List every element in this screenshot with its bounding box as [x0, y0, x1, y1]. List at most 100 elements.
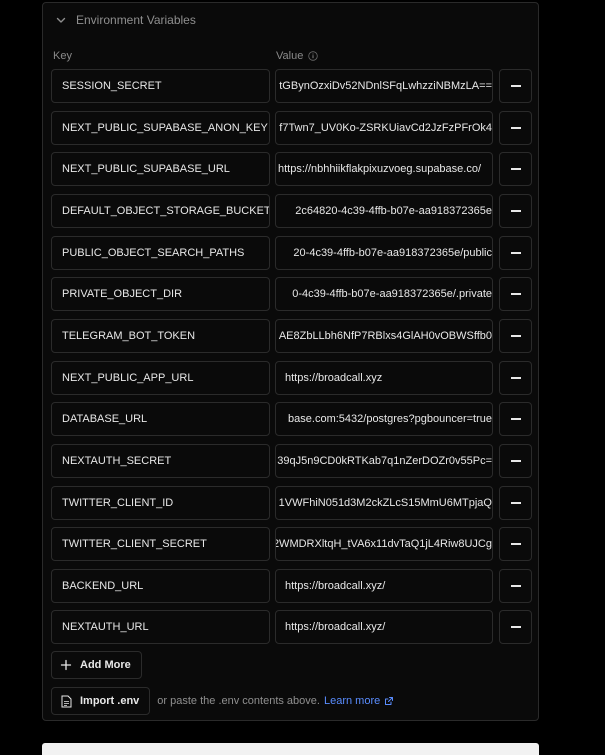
env-value-input[interactable]: base.com:5432/postgres?pgbouncer=true: [275, 402, 493, 436]
env-var-row: BACKEND_URL https://broadcall.xyz/: [51, 569, 533, 603]
next-section-panel: [42, 743, 539, 755]
remove-variable-button[interactable]: [499, 277, 532, 311]
minus-icon: [510, 168, 521, 170]
env-value-input[interactable]: 2c64820-4c39-4ffb-b07e-aa918372365e: [275, 194, 493, 228]
env-value-text: 20-4c39-4ffb-b07e-aa918372365e/public: [293, 247, 492, 259]
env-value-text: tGBynOzxiDv52NDnlSFqLwhzziNBMzLA==: [279, 80, 492, 92]
env-key-text: NEXTAUTH_URL: [62, 621, 149, 633]
env-var-row: DEFAULT_OBJECT_STORAGE_BUCKET 2c64820-4c3…: [51, 194, 533, 228]
env-key-text: TWITTER_CLIENT_ID: [62, 497, 174, 509]
add-more-button[interactable]: Add More: [51, 651, 142, 679]
add-more-label: Add More: [80, 659, 131, 671]
remove-variable-button[interactable]: [499, 361, 532, 395]
env-var-row: TWITTER_CLIENT_ID 1VWFhiN051d3M2ckZLcS15M…: [51, 486, 533, 520]
env-key-input[interactable]: TWITTER_CLIENT_ID: [51, 486, 270, 520]
env-value-text: https://broadcall.xyz/: [285, 621, 386, 633]
env-value-input[interactable]: https://broadcall.xyz/: [275, 610, 493, 644]
key-column-label: Key: [53, 50, 72, 62]
env-value-input[interactable]: https://broadcall.xyz: [275, 361, 493, 395]
env-var-row: DATABASE_URL base.com:5432/postgres?pgbou…: [51, 402, 533, 436]
env-key-text: PRIVATE_OBJECT_DIR: [62, 288, 183, 300]
env-value-text: 2WMDRXltqH_tVA6x11dvTaQ1jL4Riw8UJCg: [275, 538, 492, 550]
env-var-row: PRIVATE_OBJECT_DIR 0-4c39-4ffb-b07e-aa918…: [51, 277, 533, 311]
env-key-input[interactable]: NEXT_PUBLIC_APP_URL: [51, 361, 270, 395]
env-var-row: NEXTAUTH_SECRET 39qJ5n9CD0kRTKab7q1nZerDO…: [51, 444, 533, 478]
env-key-input[interactable]: PRIVATE_OBJECT_DIR: [51, 277, 270, 311]
env-key-input[interactable]: NEXT_PUBLIC_SUPABASE_URL: [51, 152, 270, 186]
env-var-row: NEXT_PUBLIC_SUPABASE_URL https://nbhhiikf…: [51, 152, 533, 186]
env-var-row: NEXT_PUBLIC_APP_URL https://broadcall.xyz: [51, 361, 533, 395]
env-key-input[interactable]: DEFAULT_OBJECT_STORAGE_BUCKET: [51, 194, 270, 228]
env-key-input[interactable]: NEXTAUTH_URL: [51, 610, 270, 644]
env-value-input[interactable]: 20-4c39-4ffb-b07e-aa918372365e/public: [275, 236, 493, 270]
env-key-input[interactable]: DATABASE_URL: [51, 402, 270, 436]
minus-icon: [510, 460, 521, 462]
env-value-text: 39qJ5n9CD0kRTKab7q1nZerDOZr0v55Pc=: [277, 455, 492, 467]
env-value-input[interactable]: tGBynOzxiDv52NDnlSFqLwhzziNBMzLA==: [275, 69, 493, 103]
import-env-label: Import .env: [80, 695, 140, 707]
env-value-text: 0-4c39-4ffb-b07e-aa918372365e/.private: [292, 288, 492, 300]
env-key-text: DATABASE_URL: [62, 413, 148, 425]
minus-icon: [510, 502, 521, 504]
remove-variable-button[interactable]: [499, 444, 532, 478]
env-value-input[interactable]: 2WMDRXltqH_tVA6x11dvTaQ1jL4Riw8UJCg: [275, 527, 493, 561]
section-header-toggle[interactable]: Environment Variables: [54, 12, 196, 28]
minus-icon: [510, 418, 521, 420]
environment-variables-panel: Environment Variables Key Value SESSION_…: [42, 2, 539, 721]
env-value-text: https://broadcall.xyz: [285, 372, 383, 384]
env-key-input[interactable]: PUBLIC_OBJECT_SEARCH_PATHS: [51, 236, 270, 270]
remove-variable-button[interactable]: [499, 402, 532, 436]
env-value-text: AE8ZbLLbh6NfP7RBlxs4GlAH0vOBWSffb0: [278, 330, 492, 342]
env-value-text: 1VWFhiN051d3M2ckZLcS15MmU6MTpjaQ: [278, 497, 492, 509]
learn-more-label: Learn more: [323, 695, 381, 707]
env-key-text: NEXT_PUBLIC_SUPABASE_ANON_KEY: [62, 122, 268, 134]
env-key-input[interactable]: NEXT_PUBLIC_SUPABASE_ANON_KEY: [51, 111, 270, 145]
import-env-button[interactable]: Import .env: [51, 687, 151, 715]
env-key-text: DEFAULT_OBJECT_STORAGE_BUCKET: [62, 205, 270, 217]
env-value-text: https://broadcall.xyz/: [285, 580, 386, 592]
env-value-text: base.com:5432/postgres?pgbouncer=true: [288, 413, 492, 425]
minus-icon: [510, 127, 521, 129]
learn-more-link[interactable]: Learn more: [324, 695, 394, 707]
remove-variable-button[interactable]: [499, 527, 532, 561]
remove-variable-button[interactable]: [499, 194, 532, 228]
env-value-input[interactable]: AE8ZbLLbh6NfP7RBlxs4GlAH0vOBWSffb0: [275, 319, 493, 353]
value-column-label: Value: [276, 50, 304, 62]
env-key-text: NEXT_PUBLIC_APP_URL: [62, 372, 194, 384]
section-title: Environment Variables: [76, 13, 196, 27]
env-value-input[interactable]: https://nbhhiikflakpixuzvoeg.supabase.co…: [275, 152, 493, 186]
env-key-input[interactable]: SESSION_SECRET: [51, 69, 270, 103]
env-value-input[interactable]: https://broadcall.xyz/: [275, 569, 493, 603]
env-var-row: TELEGRAM_BOT_TOKEN AE8ZbLLbh6NfP7RBlxs4Gl…: [51, 319, 533, 353]
env-key-text: TELEGRAM_BOT_TOKEN: [62, 330, 196, 342]
env-key-input[interactable]: TELEGRAM_BOT_TOKEN: [51, 319, 270, 353]
minus-icon: [510, 252, 521, 254]
remove-variable-button[interactable]: [499, 569, 532, 603]
env-value-text: 2c64820-4c39-4ffb-b07e-aa918372365e: [295, 205, 492, 217]
env-value-input[interactable]: 1VWFhiN051d3M2ckZLcS15MmU6MTpjaQ: [275, 486, 493, 520]
env-key-text: NEXT_PUBLIC_SUPABASE_URL: [62, 163, 230, 175]
remove-variable-button[interactable]: [499, 236, 532, 270]
env-key-text: PUBLIC_OBJECT_SEARCH_PATHS: [62, 247, 245, 259]
env-key-input[interactable]: BACKEND_URL: [51, 569, 270, 603]
env-value-input[interactable]: 0-4c39-4ffb-b07e-aa918372365e/.private: [275, 277, 493, 311]
remove-variable-button[interactable]: [499, 69, 532, 103]
minus-icon: [510, 543, 521, 545]
env-key-input[interactable]: NEXTAUTH_SECRET: [51, 444, 270, 478]
env-key-text: SESSION_SECRET: [62, 80, 162, 92]
env-key-input[interactable]: TWITTER_CLIENT_SECRET: [51, 527, 270, 561]
env-value-input[interactable]: 39qJ5n9CD0kRTKab7q1nZerDOZr0v55Pc=: [275, 444, 493, 478]
import-hint-text: or paste the .env contents above.: [157, 695, 320, 707]
remove-variable-button[interactable]: [499, 486, 532, 520]
info-icon[interactable]: [308, 51, 319, 61]
remove-variable-button[interactable]: [499, 610, 532, 644]
remove-variable-button[interactable]: [499, 152, 532, 186]
remove-variable-button[interactable]: [499, 319, 532, 353]
minus-icon: [510, 293, 521, 295]
minus-icon: [510, 377, 521, 379]
env-key-text: NEXTAUTH_SECRET: [62, 455, 172, 467]
minus-icon: [510, 210, 521, 212]
remove-variable-button[interactable]: [499, 111, 532, 145]
minus-icon: [510, 585, 521, 587]
env-value-input[interactable]: f7Twn7_UV0Ko-ZSRKUiavCd2JzFzPFrOk4: [275, 111, 493, 145]
